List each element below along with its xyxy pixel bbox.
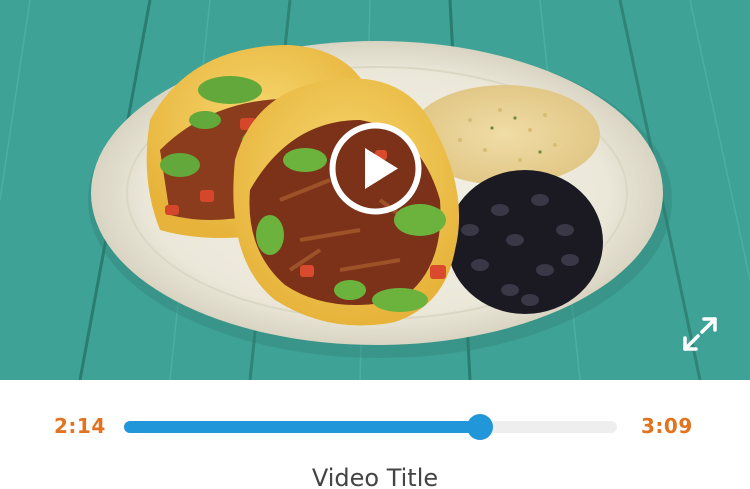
seek-bar-progress	[124, 421, 481, 433]
video-title: Video Title	[311, 464, 439, 489]
fullscreen-button[interactable]	[680, 314, 720, 354]
seek-bar[interactable]	[124, 414, 617, 440]
current-time: 2:14	[54, 414, 106, 438]
fullscreen-icon	[683, 317, 717, 351]
play-button[interactable]	[328, 121, 423, 216]
seek-bar-thumb[interactable]	[467, 414, 494, 440]
play-icon	[329, 122, 422, 215]
video-frame[interactable]	[0, 0, 750, 380]
total-time: 3:09	[641, 414, 693, 438]
player-controls: 2:14 3:09 Video Title	[0, 380, 750, 489]
